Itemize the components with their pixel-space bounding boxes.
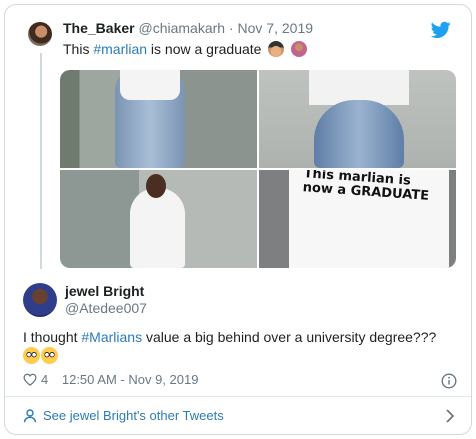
photo-3[interactable] <box>60 170 257 268</box>
twitter-bird-icon[interactable] <box>431 21 451 39</box>
tweet-text: I thought #Marlians value a big behind o… <box>23 328 463 366</box>
hashtag-marlian[interactable]: #marlian <box>93 41 147 57</box>
quoted-tweet-date[interactable]: Nov 7, 2019 <box>238 20 314 36</box>
photo-4[interactable]: This marlian is now a GRADUATE <box>259 170 456 268</box>
embedded-tweet-card: The_Baker @chiamakarh · Nov 7, 2019 This… <box>4 4 472 435</box>
separator-dot: · <box>228 20 234 36</box>
person-icon <box>23 409 37 423</box>
person-shrugging-emoji <box>291 41 308 57</box>
tweet-text-end: value a big behind over a university deg… <box>142 329 437 345</box>
hashtag-marlians[interactable]: #Marlians <box>81 329 142 345</box>
quoted-author-avatar[interactable] <box>28 22 52 46</box>
see-other-tweets-row[interactable]: See jewel Bright's other Tweets <box>5 397 471 434</box>
photo-1[interactable] <box>60 70 257 168</box>
photo-2[interactable] <box>259 70 456 168</box>
author-handle[interactable]: @Atedee007 <box>65 299 147 317</box>
tweet-text-start: I thought <box>23 329 82 345</box>
face-with-rolling-eyes-emoji <box>23 347 40 364</box>
chevron-right-icon <box>446 409 455 423</box>
see-other-tweets-link[interactable]: See jewel Bright's other Tweets <box>43 407 224 425</box>
white-shirt <box>120 70 180 100</box>
tweet-meta: 4 12:50 AM - Nov 9, 2019 <box>23 371 198 389</box>
thread-line <box>40 53 42 269</box>
quoted-author-handle[interactable]: @chiamakarh <box>138 20 225 36</box>
jeans-figure <box>314 100 404 168</box>
heart-icon[interactable] <box>23 373 37 386</box>
info-icon[interactable] <box>441 373 457 389</box>
author-name[interactable]: jewel Bright <box>65 282 144 300</box>
author-avatar[interactable] <box>23 283 57 317</box>
woman-figure <box>130 188 185 268</box>
like-count[interactable]: 4 <box>41 372 48 387</box>
photo-grid: This marlian is now a GRADUATE <box>60 70 456 268</box>
woman-head <box>146 174 166 198</box>
face-with-rolling-eyes-emoji <box>41 347 58 364</box>
quoted-tweet-text: This #marlian is now a graduate <box>63 40 308 58</box>
quoted-text-start: This <box>63 41 94 57</box>
quoted-text-end: is now a graduate <box>147 41 262 57</box>
quoted-tweet[interactable]: The_Baker @chiamakarh · Nov 7, 2019 This… <box>5 5 471 271</box>
quoted-author-name[interactable]: The_Baker <box>63 20 135 36</box>
quoted-tweet-header: The_Baker @chiamakarh · Nov 7, 2019 <box>63 19 313 37</box>
graduate-emoji <box>268 41 285 57</box>
tweet-timestamp[interactable]: 12:50 AM - Nov 9, 2019 <box>62 372 199 387</box>
